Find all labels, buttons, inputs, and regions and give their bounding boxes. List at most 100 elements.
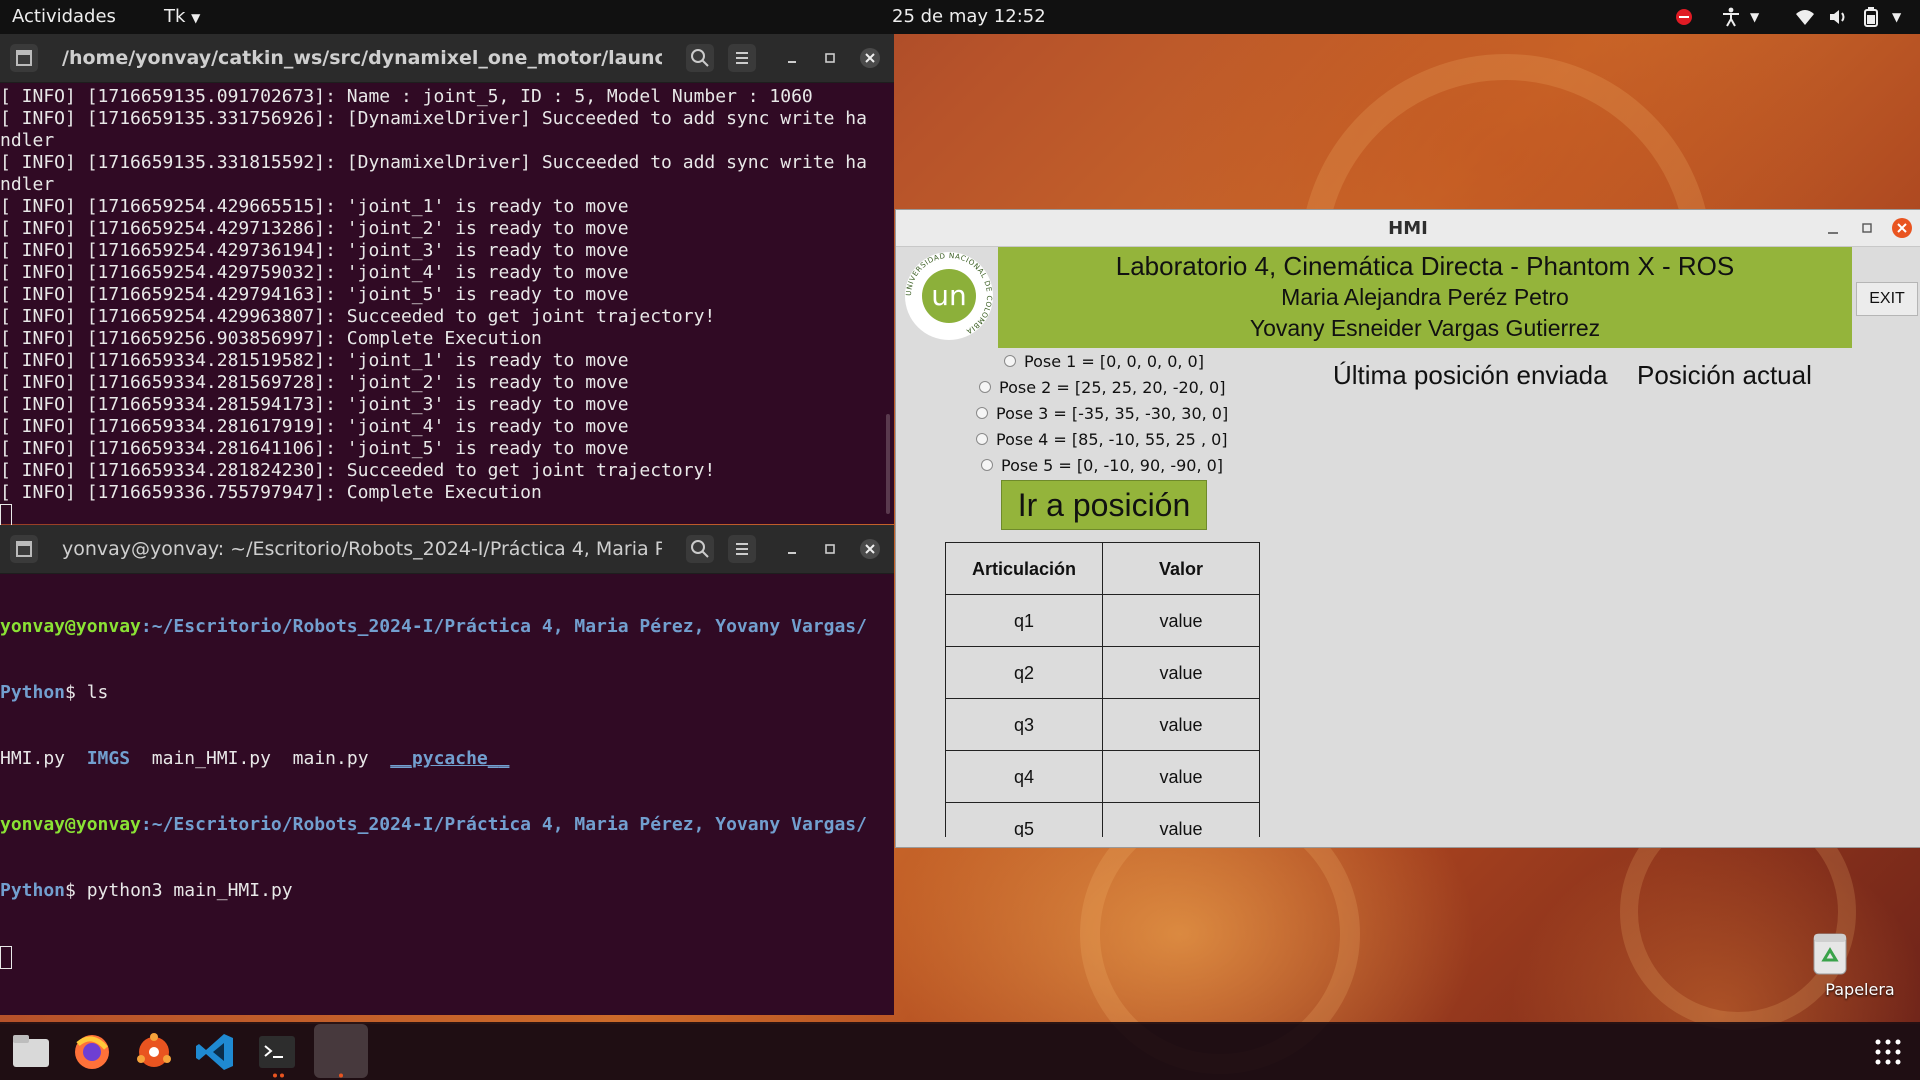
command-text: ls bbox=[86, 682, 109, 703]
table-header: Articulación bbox=[945, 542, 1103, 596]
current-position-label: Posición actual bbox=[1637, 360, 1812, 390]
pose-5-radio[interactable]: Pose 5 = [0, -10, 90, -90, 0] bbox=[981, 456, 1223, 475]
pose-label: Pose 4 = [85, -10, 55, 25 , 0] bbox=[996, 430, 1228, 449]
pose-2-radio[interactable]: Pose 2 = [25, 25, 20, -20, 0] bbox=[979, 378, 1225, 397]
log-line: [ INFO] [1716659254.429794163]: 'joint_5… bbox=[0, 284, 629, 305]
terminal-icon[interactable] bbox=[255, 1030, 299, 1074]
close-icon[interactable] bbox=[1891, 217, 1913, 239]
battery-icon[interactable] bbox=[1862, 7, 1880, 27]
log-line: ndler bbox=[0, 130, 55, 151]
joint-table: Articulación Valor q1 value q2 value q3 … bbox=[945, 542, 1261, 837]
terminal-cursor bbox=[0, 946, 12, 969]
table-cell-joint: q2 bbox=[945, 646, 1103, 700]
maximize-icon[interactable] bbox=[1858, 219, 1876, 237]
log-line: [ INFO] [1716659334.281569728]: 'joint_2… bbox=[0, 372, 629, 393]
menu-icon[interactable] bbox=[728, 535, 756, 563]
minimize-icon[interactable] bbox=[778, 44, 806, 72]
files-icon[interactable] bbox=[9, 1030, 53, 1074]
log-line: [ INFO] [1716659254.429713286]: 'joint_2… bbox=[0, 218, 629, 239]
log-line: [ INFO] [1716659254.429736194]: 'joint_3… bbox=[0, 240, 629, 261]
volume-icon[interactable] bbox=[1828, 8, 1848, 26]
header-author-2: Yovany Esneider Vargas Gutierrez bbox=[1249, 315, 1601, 341]
log-line: [ INFO] [1716659254.429665515]: 'joint_1… bbox=[0, 196, 629, 217]
prompt-line: Python$ python3 main_HMI.py bbox=[0, 880, 894, 902]
app-menu-label: Tk bbox=[164, 6, 186, 27]
terminal-output[interactable]: [ INFO] [1716659135.091702673]: Name : j… bbox=[0, 86, 894, 527]
maximize-icon[interactable] bbox=[816, 535, 844, 563]
table-cell-value: value bbox=[1102, 594, 1260, 648]
radio-circle-icon bbox=[979, 380, 991, 393]
pose-label: Pose 1 = [0, 0, 0, 0, 0] bbox=[1024, 352, 1204, 371]
terminal-header[interactable]: /home/yonvay/catkin_ws/src/dynamixel_one… bbox=[0, 34, 894, 83]
header-title: Laboratorio 4, Cinemática Directa - Phan… bbox=[1115, 251, 1735, 281]
software-center-icon[interactable] bbox=[132, 1030, 176, 1074]
dock bbox=[0, 1022, 1920, 1080]
firefox-icon[interactable] bbox=[70, 1030, 114, 1074]
pose-label: Pose 3 = [-35, 35, -30, 30, 0] bbox=[996, 404, 1229, 423]
prompt-path: :~/Escritorio/Robots_2024-I/Práctica 4, … bbox=[140, 814, 867, 835]
hmi-window-title: HMI bbox=[1388, 218, 1428, 239]
minimize-icon[interactable] bbox=[778, 535, 806, 563]
command-text: python3 main_HMI.py bbox=[86, 880, 293, 901]
table-cell-value: value bbox=[1102, 750, 1260, 804]
log-line: [ INFO] [1716659336.755797947]: Complete… bbox=[0, 482, 542, 503]
do-not-disturb-icon[interactable] bbox=[1676, 9, 1692, 25]
chevron-down-icon[interactable]: ▼ bbox=[1892, 10, 1901, 24]
prompt-user: yonvay@yonvay bbox=[0, 616, 141, 637]
close-icon[interactable] bbox=[856, 535, 884, 563]
ls-dir: __pycache__ bbox=[390, 748, 510, 769]
activities-button[interactable]: Actividades bbox=[12, 6, 116, 27]
go-to-position-button[interactable]: Ir a posición bbox=[1001, 480, 1207, 530]
prompt-line: yonvay@yonvay:~/Escritorio/Robots_2024-I… bbox=[0, 814, 894, 836]
log-line: [ INFO] [1716659334.281594173]: 'joint_3… bbox=[0, 394, 629, 415]
prompt-path: :~/Escritorio/Robots_2024-I/Práctica 4, … bbox=[140, 616, 867, 637]
prompt-path: Python bbox=[0, 880, 66, 901]
app-menu[interactable]: Tk ▼ bbox=[164, 6, 200, 27]
vscode-icon[interactable] bbox=[193, 1030, 237, 1074]
pose-3-radio[interactable]: Pose 3 = [-35, 35, -30, 30, 0] bbox=[976, 404, 1228, 423]
log-line: ndler bbox=[0, 174, 55, 195]
maximize-icon[interactable] bbox=[816, 44, 844, 72]
terminal-window-python[interactable]: yonvay@yonvay: ~/Escritorio/Robots_2024-… bbox=[0, 525, 894, 1015]
terminal-cursor bbox=[0, 504, 12, 527]
terminal-output[interactable]: yonvay@yonvay:~/Escritorio/Robots_2024-I… bbox=[0, 572, 894, 1012]
close-icon[interactable] bbox=[856, 44, 884, 72]
terminal-scrollbar[interactable] bbox=[886, 414, 890, 514]
new-tab-icon[interactable] bbox=[10, 535, 38, 563]
pose-1-radio[interactable]: Pose 1 = [0, 0, 0, 0, 0] bbox=[1004, 352, 1204, 371]
pose-4-radio[interactable]: Pose 4 = [85, -10, 55, 25 , 0] bbox=[976, 430, 1228, 449]
table-cell-value: value bbox=[1102, 646, 1260, 700]
menu-icon[interactable] bbox=[728, 44, 756, 72]
minimize-icon[interactable] bbox=[1824, 219, 1842, 237]
trash-icon[interactable] bbox=[1806, 930, 1854, 978]
log-line: [ INFO] [1716659256.903856997]: Complete… bbox=[0, 328, 542, 349]
search-icon[interactable] bbox=[686, 44, 714, 72]
clock[interactable]: 25 de may 12:52 bbox=[892, 6, 1046, 27]
table-cell-joint: q3 bbox=[945, 698, 1103, 752]
log-line: [ INFO] [1716659135.331815592]: [Dynamix… bbox=[0, 152, 867, 173]
hmi-window[interactable]: HMI UNIVERSIDAD NACIONAL DE COLOMBIA un … bbox=[896, 210, 1920, 847]
wifi-icon[interactable] bbox=[1795, 8, 1815, 26]
cursor-line bbox=[0, 504, 894, 527]
terminal-header[interactable]: yonvay@yonvay: ~/Escritorio/Robots_2024-… bbox=[0, 525, 894, 574]
log-line: [ INFO] [1716659334.281824230]: Succeede… bbox=[0, 460, 716, 481]
pose-label: Pose 2 = [25, 25, 20, -20, 0] bbox=[999, 378, 1226, 397]
last-sent-position-label: Última posición enviada bbox=[1333, 360, 1608, 390]
accessibility-icon[interactable] bbox=[1721, 7, 1741, 27]
tk-app-icon[interactable] bbox=[314, 1024, 368, 1078]
radio-circle-icon bbox=[1004, 354, 1016, 367]
log-line: [ INFO] [1716659334.281641106]: 'joint_5… bbox=[0, 438, 629, 459]
table-cell-joint: q5 bbox=[945, 802, 1103, 837]
prompt-path: Python bbox=[0, 682, 66, 703]
ls-dir: IMGS bbox=[86, 748, 131, 769]
terminal-window-roslaunch[interactable]: /home/yonvay/catkin_ws/src/dynamixel_one… bbox=[0, 34, 894, 527]
search-icon[interactable] bbox=[686, 535, 714, 563]
app-grid-icon[interactable] bbox=[1874, 1038, 1902, 1066]
running-indicator-icon bbox=[339, 1073, 343, 1078]
new-tab-icon[interactable] bbox=[10, 44, 38, 72]
log-line: [ INFO] [1716659254.429759032]: 'joint_4… bbox=[0, 262, 629, 283]
hmi-titlebar[interactable]: HMI bbox=[896, 210, 1920, 247]
ls-file: HMI.py bbox=[0, 748, 66, 769]
exit-button[interactable]: EXIT bbox=[1856, 282, 1918, 316]
table-header: Valor bbox=[1102, 542, 1260, 596]
